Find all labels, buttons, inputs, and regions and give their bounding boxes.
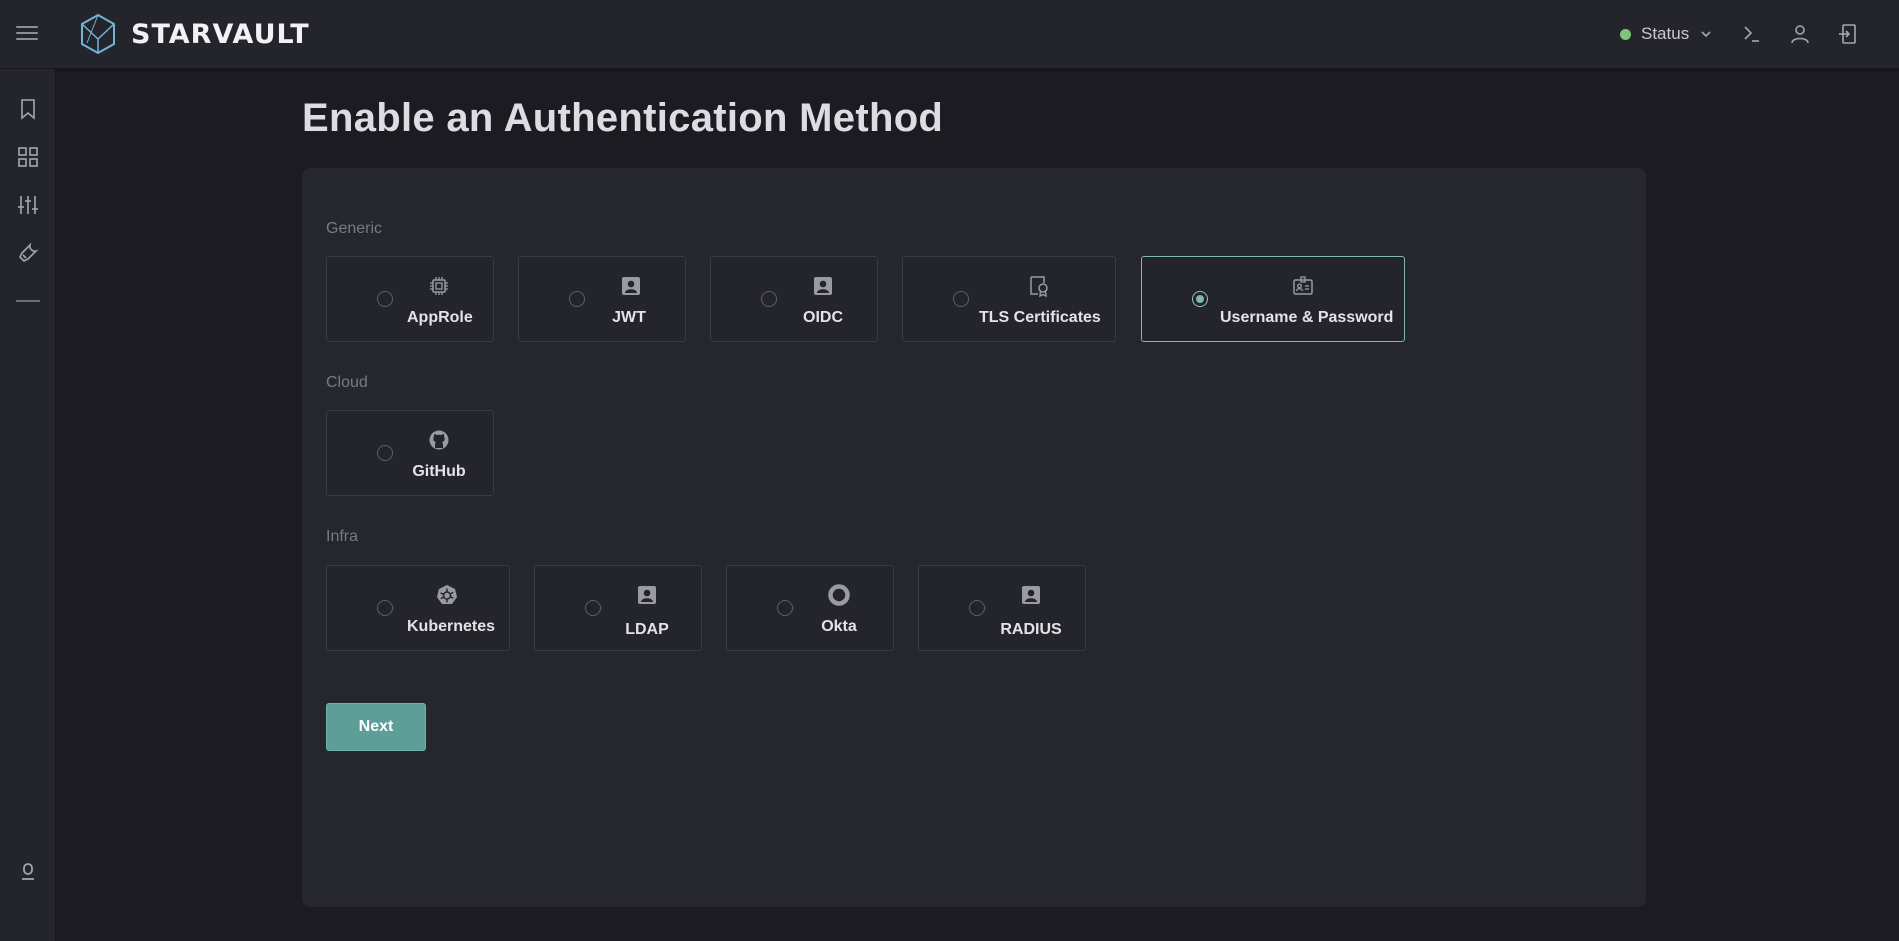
option-label: JWT: [612, 309, 646, 326]
sliders-icon[interactable]: [16, 193, 40, 217]
radio-button[interactable]: [761, 291, 777, 307]
grid-icon[interactable]: [16, 145, 40, 169]
option-oidc[interactable]: OIDC: [710, 256, 878, 342]
chip-icon: [430, 277, 448, 295]
okta-icon: [828, 584, 850, 606]
option-label: Okta: [821, 618, 857, 635]
option-label: TLS Certificates: [979, 309, 1101, 326]
id-card-icon: [1293, 276, 1313, 295]
account-icon[interactable]: [16, 860, 40, 884]
radio-button[interactable]: [953, 291, 969, 307]
terminal-icon[interactable]: [1740, 22, 1764, 46]
option-kubernetes[interactable]: Kubernetes: [326, 565, 510, 651]
option-label: Kubernetes: [406, 618, 496, 635]
radio-button[interactable]: [585, 600, 601, 616]
logout-icon[interactable]: [1836, 22, 1860, 46]
option-approle[interactable]: AppRole: [326, 256, 494, 342]
radio-button[interactable]: [377, 291, 393, 307]
id-badge-icon: [814, 277, 832, 295]
chevron-down-icon: [1701, 31, 1711, 38]
brand-name: STARVAULT: [131, 19, 310, 50]
bookmark-icon[interactable]: [16, 97, 40, 121]
option-label: LDAP: [625, 621, 669, 638]
option-ldap[interactable]: LDAP: [534, 565, 702, 651]
radio-button-selected[interactable]: [1192, 291, 1208, 307]
status-dropdown[interactable]: Status: [1620, 23, 1713, 45]
option-username-password[interactable]: Username & Password: [1141, 256, 1405, 342]
option-label: OIDC: [803, 309, 843, 326]
radio-button[interactable]: [569, 291, 585, 307]
group-label-generic: Generic: [326, 220, 383, 237]
id-badge-icon: [622, 277, 640, 295]
option-github[interactable]: GitHub: [326, 410, 494, 496]
status-indicator: [1620, 28, 1631, 40]
option-tls-certificates[interactable]: TLS Certificates: [902, 256, 1116, 342]
option-label: Username & Password: [1220, 309, 1394, 326]
option-jwt[interactable]: JWT: [518, 256, 686, 342]
option-okta[interactable]: Okta: [726, 565, 894, 651]
id-badge-icon: [638, 586, 656, 604]
group-label-infra: Infra: [326, 528, 359, 545]
option-radius[interactable]: RADIUS: [918, 565, 1086, 651]
wrench-icon[interactable]: [16, 241, 40, 265]
logo-icon: [81, 13, 115, 55]
option-label: GitHub: [412, 463, 466, 480]
group-label-cloud: Cloud: [326, 374, 368, 391]
status-label: Status: [1641, 24, 1690, 43]
id-badge-icon: [1022, 586, 1040, 604]
kubernetes-icon: [437, 585, 457, 604]
certificate-icon: [1030, 276, 1048, 298]
sidebar: [0, 69, 56, 941]
radio-button[interactable]: [969, 600, 985, 616]
radio-button[interactable]: [377, 600, 393, 616]
option-label: AppRole: [407, 309, 473, 326]
user-icon[interactable]: [1788, 22, 1812, 46]
radio-button[interactable]: [777, 600, 793, 616]
page-title: Enable an Authentication Method: [302, 96, 944, 140]
option-label: RADIUS: [1000, 621, 1062, 638]
menu-icon[interactable]: [16, 26, 38, 42]
next-button[interactable]: Next: [326, 703, 426, 751]
top-bar: STARVAULT Status: [0, 0, 1899, 69]
radio-button[interactable]: [377, 445, 393, 461]
github-icon: [429, 430, 449, 450]
sidebar-divider: [16, 300, 40, 302]
